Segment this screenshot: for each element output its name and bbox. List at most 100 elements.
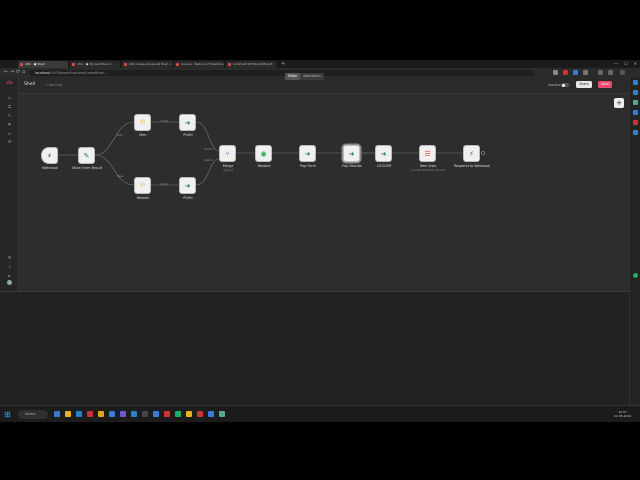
node-store-form-result[interactable]: ✎	[78, 147, 95, 164]
node-men[interactable]: ⟨/⟩	[134, 114, 151, 131]
extension-icon[interactable]	[583, 70, 588, 75]
browser-tab-label: n8n - ● Shell	[25, 62, 45, 66]
connection-label: true	[117, 134, 123, 137]
extension-icon[interactable]	[633, 80, 638, 85]
node-item-lists[interactable]: ☰	[419, 145, 436, 162]
folder-icon[interactable]	[65, 411, 71, 417]
node-label: Restore	[257, 164, 271, 168]
minimize-icon[interactable]: —	[614, 61, 618, 66]
node-icon: ➜	[184, 181, 191, 190]
node-label: Store Form Result	[71, 166, 103, 170]
arrow-icon[interactable]: ▸	[7, 273, 12, 278]
node-merge[interactable]: ⑂	[219, 145, 236, 162]
templates-icon[interactable]: ✎	[7, 113, 12, 118]
browser-tab[interactable]: n8n nodes advanced flow - ng	[122, 61, 172, 68]
node-icon: ⚡	[47, 151, 52, 160]
node-push-top[interactable]: ➜	[179, 114, 196, 131]
node-pop-results[interactable]: ➜	[343, 145, 360, 162]
node-label: Item Lists	[419, 164, 437, 168]
back-icon[interactable]: ←	[4, 70, 8, 75]
taskbar-app-icon[interactable]	[186, 411, 192, 417]
connection	[94, 154, 135, 186]
menu-icon[interactable]	[620, 70, 625, 75]
url-input[interactable]: localhost:5678/workflow/shell/undefined.…	[29, 69, 535, 76]
forward-icon[interactable]: →	[10, 70, 14, 75]
info-icon[interactable]: ?	[7, 265, 12, 270]
windows-start-icon[interactable]: ⊞	[4, 410, 13, 419]
tab-favicon-icon	[176, 63, 179, 66]
node-label: Respond to Webhook	[454, 164, 490, 168]
extension-icon[interactable]	[598, 70, 603, 75]
taskbar-app-icon[interactable]	[109, 411, 115, 417]
taskbar-app-icon[interactable]	[87, 411, 93, 417]
home-icon[interactable]: ⌂	[22, 70, 25, 75]
extension-icon[interactable]	[633, 90, 638, 95]
taskbar-app-icon[interactable]	[153, 411, 159, 417]
profile-icon[interactable]	[608, 70, 613, 75]
url-host: localhost	[35, 70, 51, 75]
taskbar-app-icon[interactable]	[120, 411, 126, 417]
node-webhook[interactable]: ⚡	[41, 147, 58, 164]
node-restore[interactable]: ◉	[255, 145, 272, 162]
extension-icon[interactable]	[633, 100, 638, 105]
taskbar-app-icon[interactable]	[197, 411, 203, 417]
browser-tab[interactable]: n8n - ● My workflow 4	[70, 61, 120, 68]
extension-icon[interactable]	[553, 70, 558, 75]
taskbar-app-icon[interactable]	[54, 411, 60, 417]
workflows-icon[interactable]: ⌂	[7, 95, 12, 100]
taskbar-search[interactable]: Suche	[18, 410, 48, 419]
settings-icon[interactable]: ⚙	[7, 255, 12, 260]
browser-tab[interactable]: n8n - ● Shell	[18, 61, 68, 68]
extension-icon[interactable]	[633, 273, 638, 278]
node-icon: ✎	[83, 151, 90, 160]
extension-icon[interactable]	[563, 70, 568, 75]
reload-icon[interactable]: ⟳	[16, 70, 20, 75]
maximize-icon[interactable]: ☐	[624, 61, 628, 66]
variables-icon[interactable]: ⚑	[7, 122, 12, 127]
node-label: Pop Form	[300, 164, 316, 168]
edge-icon[interactable]	[76, 411, 82, 417]
browser-tab[interactable]: Cursoq - Text proof Headline	[174, 61, 224, 68]
clock-date: 22.05.2024	[614, 414, 632, 418]
right-extension-bar	[629, 77, 640, 405]
node-icon: ⑂	[225, 149, 230, 158]
help-icon[interactable]: ☰	[7, 139, 12, 144]
taskbar-app-icon[interactable]	[164, 411, 170, 417]
node-respond-to-webhook[interactable]: ⚡	[463, 145, 480, 162]
new-tab-button[interactable]: +	[278, 61, 288, 68]
avatar[interactable]	[7, 280, 12, 285]
extension-icon[interactable]	[633, 130, 638, 135]
node-label: PUSH	[183, 196, 193, 200]
browser-tab-label: n8n nodes advanced flow - ng	[129, 62, 172, 66]
taskbar: ⊞ Suche 10:57 22.05.2024	[0, 405, 640, 422]
url-path: :5678/workflow/shell/undefined...	[50, 70, 107, 75]
connection	[195, 158, 220, 186]
vscode-icon[interactable]	[131, 411, 137, 417]
node-label: PUSH	[183, 133, 193, 137]
node-logger[interactable]: ➜	[375, 145, 392, 162]
browser-tab[interactable]: localhost:5678/workflow/4	[226, 61, 276, 68]
whatsapp-icon[interactable]	[175, 411, 181, 417]
connection-label: 1 item	[160, 120, 169, 123]
close-icon[interactable]: ✕	[634, 61, 637, 66]
tab-favicon-icon	[228, 63, 231, 66]
taskbar-app-icon[interactable]	[208, 411, 214, 417]
executions-icon[interactable]: ≡	[7, 131, 12, 136]
chrome-icon[interactable]	[98, 411, 104, 417]
extension-icon[interactable]	[633, 120, 638, 125]
extension-icon[interactable]	[633, 110, 638, 115]
tab-favicon-icon	[124, 63, 127, 66]
n8n-logo: n8n	[5, 80, 14, 85]
taskbar-clock[interactable]: 10:57 22.05.2024	[614, 410, 631, 418]
browser-tab-label: localhost:5678/workflow/4	[233, 62, 273, 66]
node-icon: ☰	[424, 149, 431, 158]
workflow-canvas[interactable]: ⚡ Webhook ✎ Store Form Result ⟨/⟩ Men ➜ PUSH ⟨/⟩…	[19, 77, 640, 274]
node-push-bottom[interactable]: ➜	[179, 177, 196, 194]
node-women[interactable]: ⟨/⟩	[134, 177, 151, 194]
terminal-icon[interactable]	[142, 411, 148, 417]
tab-favicon-icon	[72, 63, 75, 66]
credentials-icon[interactable]: ⚿	[7, 104, 12, 109]
node-pop-form[interactable]: ➜	[299, 145, 316, 162]
taskbar-app-icon[interactable]	[219, 411, 225, 417]
extension-icon[interactable]	[573, 70, 578, 75]
